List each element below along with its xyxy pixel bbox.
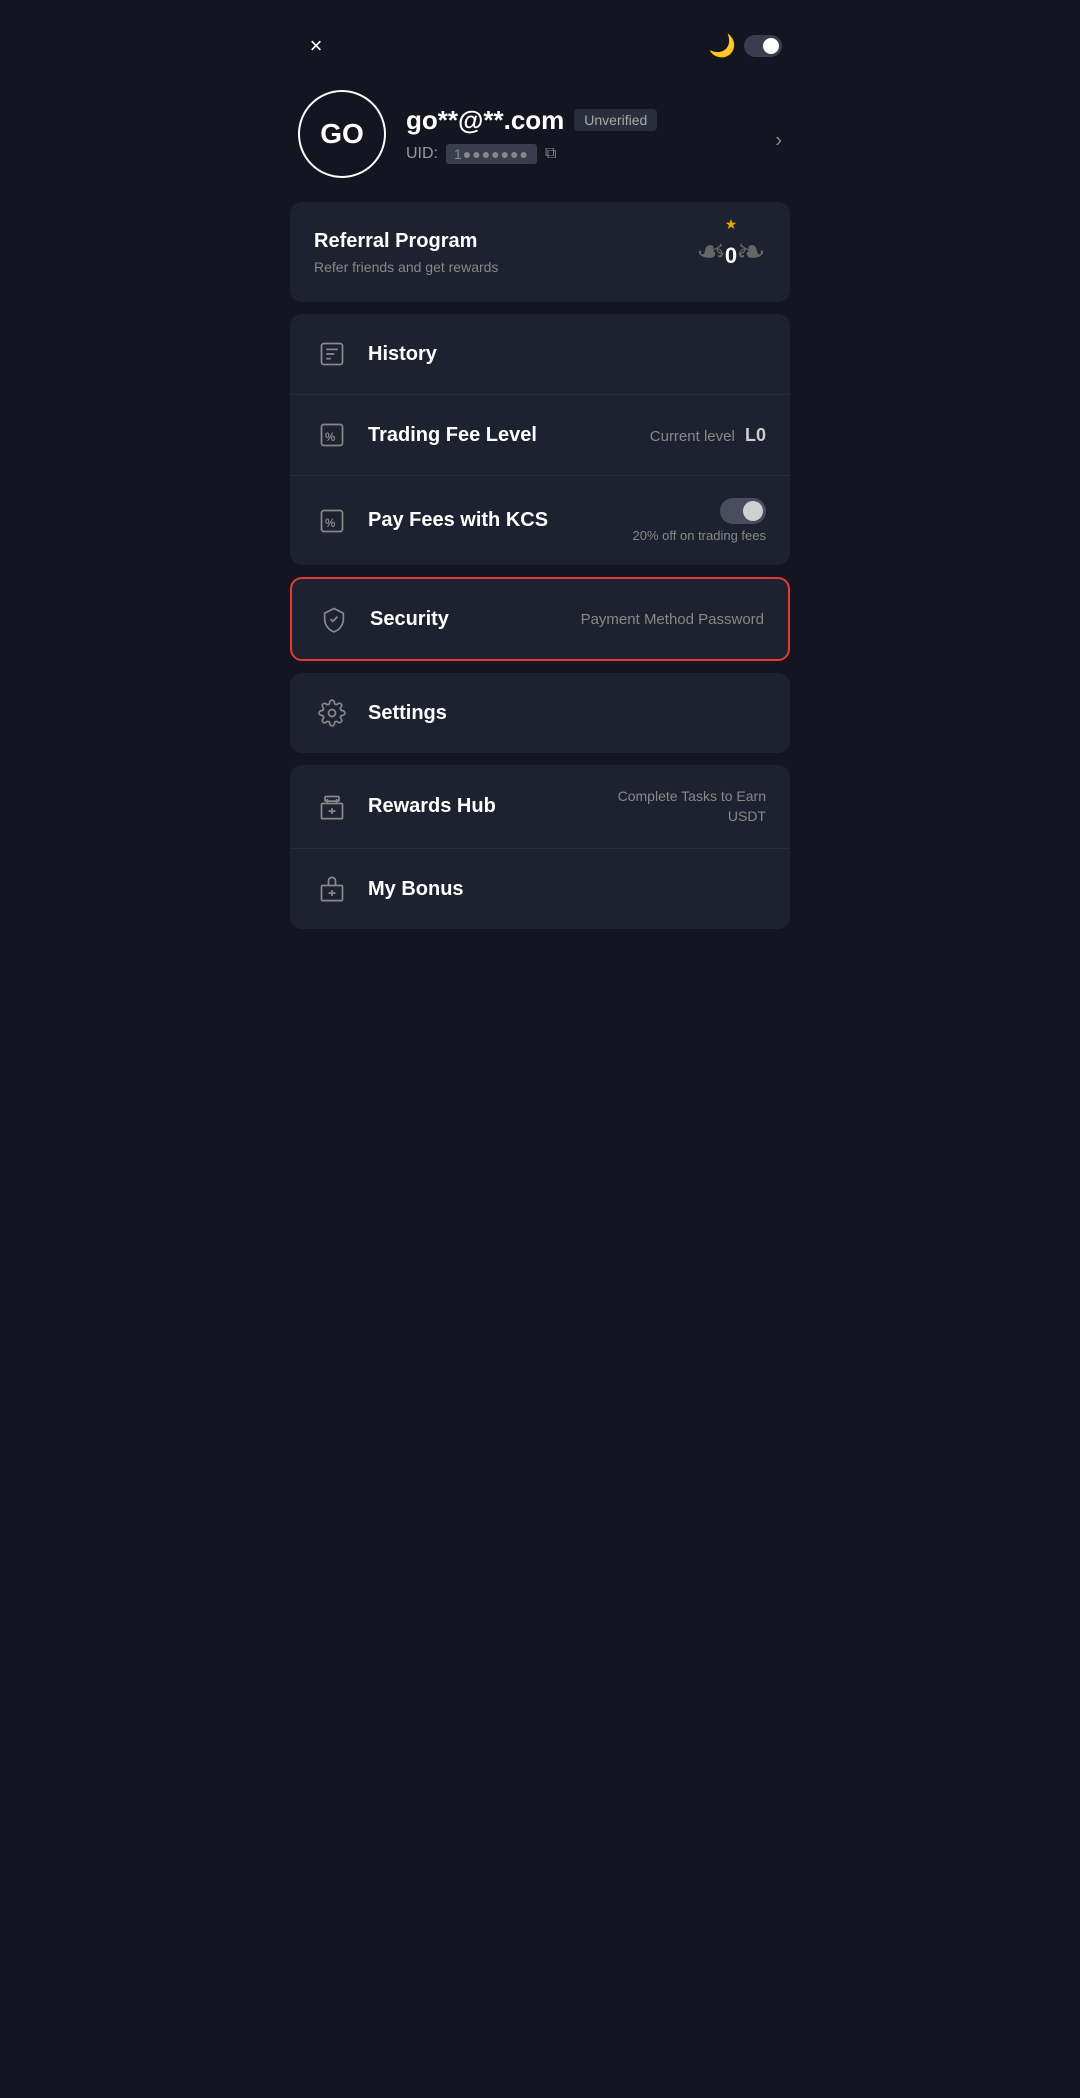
kcs-fee-menu-item[interactable]: % Pay Fees with KCS 20% off on trading f… xyxy=(290,475,790,565)
security-value: Payment Method Password xyxy=(581,611,764,628)
kcs-fee-svg-icon: % xyxy=(318,507,346,535)
rewards-hub-value: Complete Tasks to Earn USDT xyxy=(618,787,766,826)
settings-svg-icon xyxy=(318,699,346,727)
my-bonus-label: My Bonus xyxy=(368,878,766,901)
referral-text: Referral Program Refer friends and get r… xyxy=(314,230,498,275)
profile-section: GO go**@**.com Unverified UID: 1●●●●●●● … xyxy=(270,80,810,202)
dark-mode-toggle[interactable] xyxy=(744,35,782,57)
kcs-toggle-area: 20% off on trading fees xyxy=(633,498,766,543)
my-bonus-menu-item[interactable]: My Bonus xyxy=(290,848,790,929)
referral-badge: ★ ❧ 0 ❧ xyxy=(696,222,766,282)
verification-badge: Unverified xyxy=(574,109,657,131)
settings-card[interactable]: Settings xyxy=(290,673,790,753)
email-row: go**@**.com Unverified xyxy=(406,105,782,136)
theme-toggle[interactable]: 🌙 xyxy=(709,33,782,59)
profile-info: go**@**.com Unverified UID: 1●●●●●●● ⧉ xyxy=(406,105,782,164)
moon-icon: 🌙 xyxy=(709,33,736,59)
security-card[interactable]: Security Payment Method Password xyxy=(290,577,790,661)
trading-fee-menu-item[interactable]: % Trading Fee Level Current level L0 xyxy=(290,394,790,475)
uid-row: UID: 1●●●●●●● ⧉ xyxy=(406,144,782,164)
security-icon xyxy=(316,601,352,637)
trading-fee-label: Trading Fee Level xyxy=(368,424,650,447)
history-label: History xyxy=(368,343,766,366)
laurel-wrapper: ★ ❧ 0 ❧ xyxy=(696,222,766,282)
laurel-right-icon: ❧ xyxy=(736,231,766,273)
avatar: GO xyxy=(298,90,386,178)
profile-arrow[interactable]: › xyxy=(775,130,782,153)
settings-menu-item[interactable]: Settings xyxy=(290,673,790,753)
security-label: Security xyxy=(370,608,581,631)
history-svg-icon xyxy=(318,340,346,368)
referral-count: 0 xyxy=(725,243,737,269)
rewards-hub-label: Rewards Hub xyxy=(368,795,618,818)
referral-program-card[interactable]: Referral Program Refer friends and get r… xyxy=(290,202,790,302)
menu-card-1: History % Trading Fee Level Current leve… xyxy=(290,314,790,565)
settings-label: Settings xyxy=(368,702,766,725)
svg-text:%: % xyxy=(325,431,336,444)
rewards-hub-menu-item[interactable]: Rewards Hub Complete Tasks to Earn USDT xyxy=(290,765,790,848)
top-bar: × 🌙 xyxy=(270,0,810,80)
rewards-card: Rewards Hub Complete Tasks to Earn USDT … xyxy=(290,765,790,929)
rewards-hub-svg-icon xyxy=(318,793,346,821)
uid-value: 1●●●●●●● xyxy=(446,144,537,164)
security-svg-icon xyxy=(320,605,348,633)
settings-icon xyxy=(314,695,350,731)
history-menu-item[interactable]: History xyxy=(290,314,790,394)
svg-text:%: % xyxy=(325,516,336,529)
kcs-fee-toggle[interactable] xyxy=(720,498,766,524)
trading-fee-value: Current level L0 xyxy=(650,425,766,446)
my-bonus-svg-icon xyxy=(318,875,346,903)
referral-subtitle: Refer friends and get rewards xyxy=(314,259,498,275)
close-button[interactable]: × xyxy=(298,28,334,64)
trading-fee-icon: % xyxy=(314,417,350,453)
copy-icon[interactable]: ⧉ xyxy=(545,145,556,163)
rewards-hub-icon xyxy=(314,789,350,825)
email-text: go**@**.com xyxy=(406,105,564,136)
my-bonus-icon xyxy=(314,871,350,907)
security-menu-item[interactable]: Security Payment Method Password xyxy=(292,579,788,659)
kcs-fee-label: Pay Fees with KCS xyxy=(368,509,633,532)
uid-label: UID: xyxy=(406,145,438,163)
kcs-discount-text: 20% off on trading fees xyxy=(633,528,766,543)
referral-title: Referral Program xyxy=(314,230,498,253)
history-icon xyxy=(314,336,350,372)
kcs-fee-icon: % xyxy=(314,503,350,539)
trading-fee-svg-icon: % xyxy=(318,421,346,449)
laurel-left-icon: ❧ xyxy=(696,231,726,273)
